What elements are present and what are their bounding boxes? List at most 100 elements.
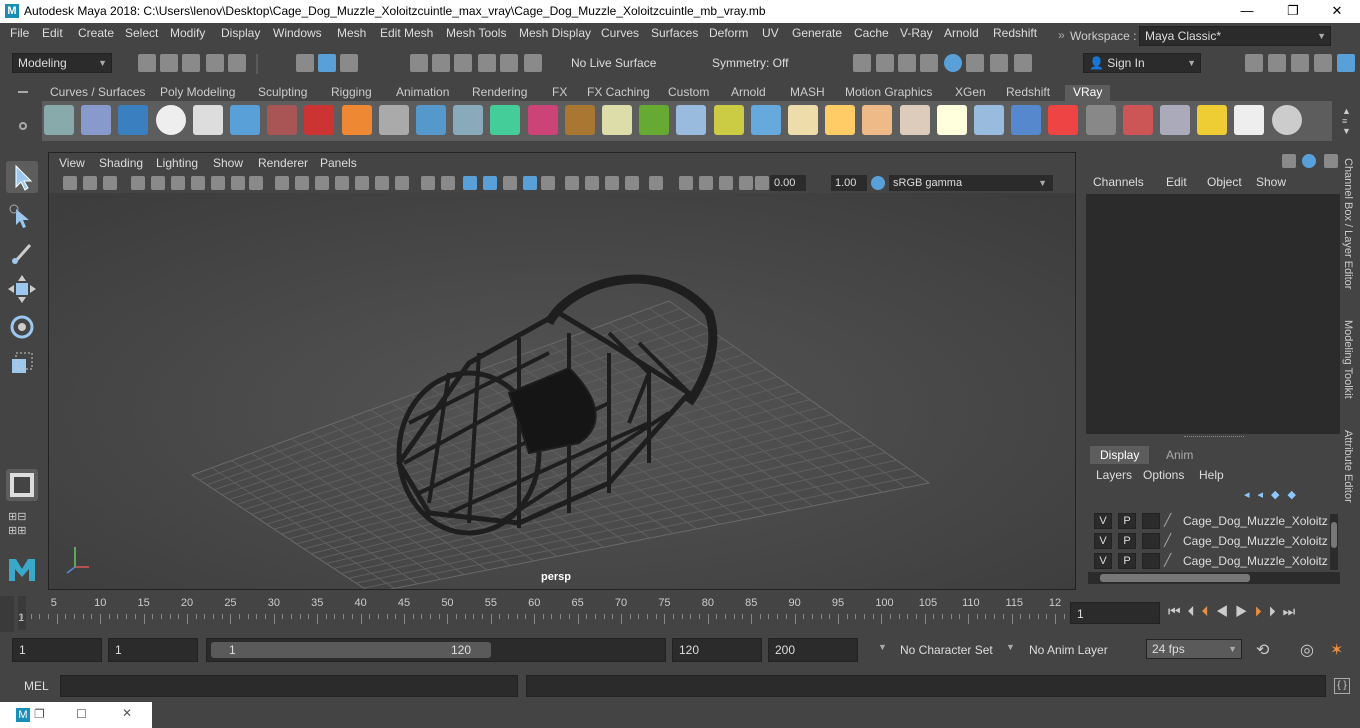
viewport-tool-30-icon[interactable] <box>679 176 693 190</box>
viewport-tool-20-icon[interactable] <box>463 176 477 190</box>
viewport-tool-14-icon[interactable] <box>335 176 349 190</box>
anim-layer-label[interactable]: No Anim Layer <box>1029 643 1108 657</box>
select-by-component-icon[interactable] <box>340 54 358 72</box>
vray-fire-icon[interactable] <box>341 105 372 135</box>
select-by-object-icon[interactable] <box>318 54 336 72</box>
viewport-tool-25-icon[interactable] <box>565 176 579 190</box>
menu-modify[interactable]: Modify <box>170 26 205 40</box>
viewport-tool-13-icon[interactable] <box>315 176 329 190</box>
shelf-tab-animation[interactable]: Animation <box>396 85 449 101</box>
vray-checker-icon[interactable] <box>1048 105 1079 135</box>
layer-menu-help[interactable]: Help <box>1199 468 1224 482</box>
layer-visibility-toggle[interactable]: V <box>1094 553 1112 569</box>
four-view-layout-icon[interactable]: ⊞⊟ ⊞⊞ <box>8 510 38 540</box>
menu-display[interactable]: Display <box>221 26 260 40</box>
viewport-tool-6-icon[interactable] <box>171 176 185 190</box>
character-set-label[interactable]: No Character Set <box>900 643 993 657</box>
modeling-toolkit-toggle-icon[interactable] <box>1245 54 1263 72</box>
viewport-tool-24-icon[interactable] <box>541 176 555 190</box>
vray-sun-light-icon[interactable] <box>899 105 930 135</box>
close-icon[interactable]: ✕ <box>122 706 132 720</box>
fps-dropdown[interactable]: 24 fps ▼ <box>1146 639 1242 659</box>
vray-render-icon[interactable] <box>990 54 1008 72</box>
viewport-tool-11-icon[interactable] <box>275 176 289 190</box>
menu-cache[interactable]: Cache <box>854 26 889 40</box>
vray-help-icon[interactable] <box>1271 105 1302 135</box>
vray-dome-light-icon[interactable] <box>230 105 260 135</box>
viewport-tool-16-icon[interactable] <box>375 176 389 190</box>
auto-key-icon[interactable]: ◎ <box>1300 640 1314 660</box>
rotate-tool-icon[interactable] <box>6 311 38 343</box>
shelf-tab-rigging[interactable]: Rigging <box>331 85 372 101</box>
workspace-dropdown[interactable]: Maya Classic* ▼ <box>1139 26 1331 46</box>
restore-icon[interactable]: ❐ <box>34 707 45 721</box>
vray-frame-buffer-icon[interactable] <box>1085 105 1116 135</box>
menu-curves[interactable]: Curves <box>601 26 639 40</box>
viewport-tool-32-icon[interactable] <box>719 176 733 190</box>
anim-preferences-icon[interactable]: ✶ <box>1330 640 1343 660</box>
perspective-viewport[interactable]: persp <box>49 193 1075 594</box>
close-button[interactable]: ✕ <box>1314 0 1360 23</box>
vray-decal-icon[interactable] <box>564 105 595 135</box>
live-surface-field[interactable]: No Live Surface <box>565 53 683 73</box>
symmetry-dropdown[interactable]: Symmetry: Off <box>706 53 806 73</box>
vray-blend-icon[interactable] <box>118 105 149 135</box>
viewport-menu-lighting[interactable]: Lighting <box>156 156 198 170</box>
viewport-tool-21-icon[interactable] <box>483 176 497 190</box>
gamma-field[interactable]: 1.00 <box>831 175 867 191</box>
go-to-start-icon[interactable]: ⏮ <box>1168 603 1188 619</box>
layer-display-type-toggle[interactable] <box>1142 513 1160 529</box>
sign-in-dropdown[interactable]: 👤 Sign In ▼ <box>1083 53 1201 73</box>
command-input[interactable] <box>60 675 518 697</box>
viewport-menu-renderer[interactable]: Renderer <box>258 156 308 170</box>
layer-visibility-toggle[interactable]: V <box>1094 533 1112 549</box>
menu-surfaces[interactable]: Surfaces <box>651 26 698 40</box>
hypershade-icon[interactable] <box>944 54 962 72</box>
viewport-tool-4-icon[interactable] <box>131 176 145 190</box>
scale-tool-icon[interactable] <box>6 347 38 379</box>
viewport-tool-31-icon[interactable] <box>699 176 713 190</box>
snap-to-grid-icon[interactable] <box>410 54 428 72</box>
vray-settings-icon[interactable] <box>1122 105 1153 135</box>
color-management-icon[interactable] <box>871 176 885 190</box>
layer-display-type-toggle[interactable] <box>1142 533 1160 549</box>
viewport-tool-17-icon[interactable] <box>395 176 409 190</box>
snap-to-surface-icon[interactable] <box>524 54 542 72</box>
shelf-tab-curves-surfaces[interactable]: Curves / Surfaces <box>50 85 145 101</box>
vray-plane-icon[interactable] <box>378 105 409 135</box>
ipr-render-icon[interactable] <box>898 54 916 72</box>
viewport-tool-29-icon[interactable] <box>649 176 663 190</box>
viewport-tool-19-icon[interactable] <box>441 176 455 190</box>
menu-create[interactable]: Create <box>78 26 114 40</box>
playback-start-field[interactable]: 1 <box>108 638 198 662</box>
vray-texture-icon[interactable] <box>1011 105 1042 135</box>
viewport-tool-28-icon[interactable] <box>625 176 639 190</box>
viewport-tool-5-icon[interactable] <box>151 176 165 190</box>
viewport-tool-26-icon[interactable] <box>585 176 599 190</box>
viewport-tool-15-icon[interactable] <box>355 176 369 190</box>
command-language-label[interactable]: MEL <box>24 679 49 693</box>
paint-select-tool-icon[interactable] <box>6 237 38 269</box>
menu-set-dropdown[interactable]: Modeling ▼ <box>12 53 112 73</box>
shelf-tab-redshift[interactable]: Redshift <box>1006 85 1050 101</box>
layer-row[interactable]: VP ╱ Cage_Dog_Muzzle_Xoloitzcuintle <box>1086 512 1328 530</box>
layer-tab-display[interactable]: Display <box>1090 446 1150 464</box>
vray-proxy-icon[interactable] <box>527 105 558 135</box>
viewport-tool-33-icon[interactable] <box>739 176 753 190</box>
script-editor-icon[interactable]: { } <box>1334 678 1350 694</box>
render-settings-icon[interactable] <box>920 54 938 72</box>
shelf-tab-motion-graphics[interactable]: Motion Graphics <box>845 85 932 101</box>
animation-end-field[interactable]: 200 <box>768 638 858 662</box>
vray-scatter-icon[interactable] <box>676 105 707 135</box>
channel-box-icon-1[interactable] <box>1282 154 1296 168</box>
viewport-tool-12-icon[interactable] <box>295 176 309 190</box>
layer-menu-layers[interactable]: Layers <box>1096 468 1132 482</box>
viewport-tool-7-icon[interactable] <box>191 176 205 190</box>
vray-camera-icon[interactable] <box>267 105 298 135</box>
viewport-tool-8-icon[interactable] <box>211 176 225 190</box>
maximize-icon[interactable]: ☐ <box>76 707 87 721</box>
menu-generate[interactable]: Generate <box>792 26 842 40</box>
channel-box-menu-edit[interactable]: Edit <box>1166 175 1187 189</box>
layer-name[interactable]: Cage_Dog_Muzzle_Xoloitzcuintle <box>1183 534 1328 548</box>
vray-cloud-icon[interactable] <box>1234 105 1265 135</box>
